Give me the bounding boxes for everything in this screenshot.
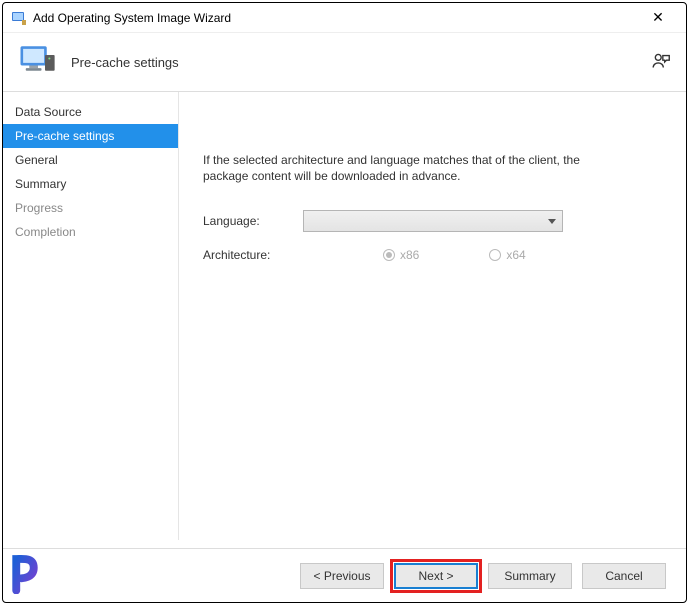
radio-icon: [383, 249, 395, 261]
language-row: Language:: [203, 210, 658, 232]
previous-button[interactable]: < Previous: [300, 563, 384, 589]
language-label: Language:: [203, 214, 303, 228]
sidebar-item-progress[interactable]: Progress: [3, 196, 178, 220]
window-title: Add Operating System Image Wizard: [33, 11, 638, 25]
sidebar-item-completion[interactable]: Completion: [3, 220, 178, 244]
computer-icon: [17, 41, 59, 83]
arch-x64-radio: x64: [489, 248, 525, 262]
footer: < Previous Next > Summary Cancel: [3, 548, 686, 602]
arch-x86-label: x86: [400, 248, 419, 262]
arch-x86-radio: x86: [383, 248, 419, 262]
next-button[interactable]: Next >: [394, 563, 478, 589]
page-title: Pre-cache settings: [71, 55, 650, 70]
sidebar: Data Source Pre-cache settings General S…: [3, 92, 178, 540]
description-text: If the selected architecture and languag…: [203, 152, 623, 184]
header: Pre-cache settings: [3, 33, 686, 91]
architecture-radio-group: x86 x64: [383, 248, 526, 262]
titlebar: Add Operating System Image Wizard ✕: [3, 3, 686, 33]
cancel-button[interactable]: Cancel: [582, 563, 666, 589]
app-icon: [11, 10, 27, 26]
sidebar-item-data-source[interactable]: Data Source: [3, 100, 178, 124]
architecture-row: Architecture: x86 x64: [203, 248, 658, 262]
body: Data Source Pre-cache settings General S…: [3, 92, 686, 540]
close-icon[interactable]: ✕: [638, 9, 678, 26]
content-panel: If the selected architecture and languag…: [179, 92, 686, 540]
watermark-icon: [11, 552, 53, 594]
architecture-label: Architecture:: [203, 248, 303, 262]
arch-x64-label: x64: [506, 248, 525, 262]
wizard-window: Add Operating System Image Wizard ✕ Pre-…: [2, 2, 687, 603]
feedback-icon[interactable]: [650, 51, 672, 73]
sidebar-item-pre-cache[interactable]: Pre-cache settings: [3, 124, 178, 148]
summary-button[interactable]: Summary: [488, 563, 572, 589]
language-select[interactable]: [303, 210, 563, 232]
sidebar-item-general[interactable]: General: [3, 148, 178, 172]
sidebar-item-summary[interactable]: Summary: [3, 172, 178, 196]
radio-icon: [489, 249, 501, 261]
